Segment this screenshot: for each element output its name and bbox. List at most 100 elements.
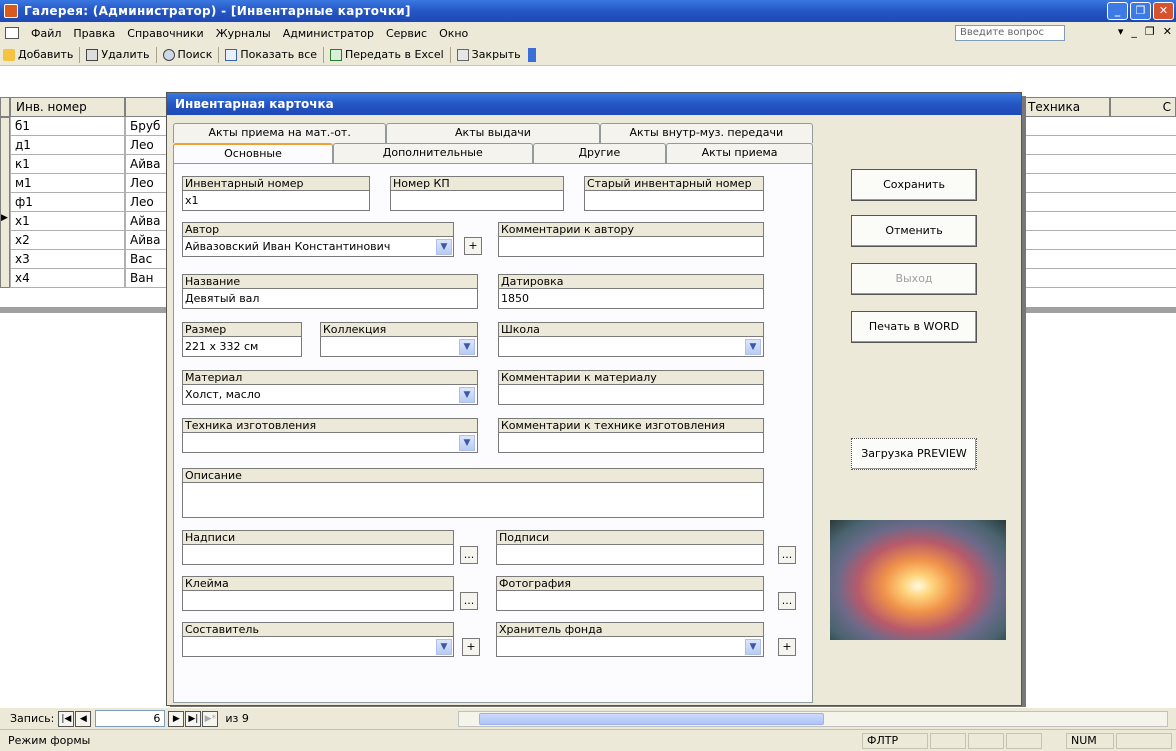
description-field[interactable] — [182, 482, 764, 518]
cell-name[interactable]: Лео — [125, 193, 170, 212]
delete-button[interactable]: Удалить — [83, 48, 152, 61]
cell-inv[interactable]: к1 — [10, 155, 125, 174]
database-icon[interactable] — [5, 27, 19, 39]
new-record-icon[interactable]: ▶* — [202, 710, 219, 727]
restore-icon[interactable]: ❐ — [1145, 25, 1155, 38]
tab-additional[interactable]: Дополнительные — [333, 143, 533, 163]
table-row[interactable]: ф1 Лео — [10, 193, 170, 212]
cell-name[interactable]: Лео — [125, 174, 170, 193]
dating-field[interactable]: 1850 — [498, 288, 764, 309]
save-button[interactable]: Сохранить — [851, 169, 977, 201]
menu-window[interactable]: Окно — [433, 27, 474, 40]
school-combobox[interactable] — [498, 336, 764, 357]
add-compiler-button[interactable]: + — [462, 638, 480, 656]
next-record-icon[interactable]: ▶ — [168, 710, 185, 727]
menu-admin[interactable]: Администратор — [277, 27, 380, 40]
cell-inv[interactable]: x4 — [10, 269, 125, 288]
add-button[interactable]: Добавить — [0, 48, 76, 61]
chevron-down-icon[interactable]: ▼ — [745, 339, 761, 355]
tab-issue-acts[interactable]: Акты выдачи — [386, 123, 600, 143]
current-record-input[interactable]: 6 — [95, 710, 166, 727]
first-record-icon[interactable]: |◀ — [58, 710, 75, 727]
chevron-down-icon[interactable]: ▼ — [459, 435, 475, 451]
old-inv-number-field[interactable] — [584, 190, 764, 211]
close-icon[interactable]: ✕ — [1163, 25, 1172, 38]
cell-inv[interactable]: м1 — [10, 174, 125, 193]
row-selector-strip[interactable] — [0, 117, 10, 288]
inscriptions-field[interactable] — [182, 544, 454, 565]
cell-inv[interactable]: ф1 — [10, 193, 125, 212]
signatures-browse-button[interactable]: ... — [778, 546, 796, 564]
cell-inv[interactable]: x2 — [10, 231, 125, 250]
close-icon[interactable]: ✕ — [1153, 2, 1174, 20]
toolbar-overflow-icon[interactable] — [527, 47, 536, 62]
chevron-down-icon[interactable]: ▼ — [459, 387, 475, 403]
cell-name[interactable]: Вас — [125, 250, 170, 269]
menu-references[interactable]: Справочники — [121, 27, 209, 40]
cell-name[interactable]: Айва — [125, 212, 170, 231]
table-row[interactable]: м1 Лео — [10, 174, 170, 193]
tab-internal-transfer-acts[interactable]: Акты внутр-муз. передачи — [599, 123, 813, 143]
material-combobox[interactable]: Холст, масло — [182, 384, 478, 405]
add-author-button[interactable]: + — [464, 237, 482, 255]
cell-name[interactable]: Бруб — [125, 117, 170, 136]
tab-main[interactable]: Основные — [173, 143, 333, 163]
cell-name[interactable]: Айва — [125, 155, 170, 174]
show-all-button[interactable]: Показать все — [222, 48, 320, 61]
export-excel-button[interactable]: Передать в Excel — [327, 48, 447, 61]
prev-record-icon[interactable]: ◀ — [75, 710, 92, 727]
collection-combobox[interactable] — [320, 336, 478, 357]
menu-journals[interactable]: Журналы — [210, 27, 277, 40]
menu-edit[interactable]: Правка — [67, 27, 121, 40]
exit-button[interactable]: Выход — [851, 263, 977, 295]
cancel-button[interactable]: Отменить — [851, 215, 977, 247]
keeper-combobox[interactable] — [496, 636, 764, 657]
technique-comment-field[interactable] — [498, 432, 764, 453]
material-comment-field[interactable] — [498, 384, 764, 405]
chevron-down-icon[interactable]: ▼ — [459, 339, 475, 355]
table-cells-right[interactable] — [1022, 117, 1176, 288]
load-preview-button[interactable]: Загрузка PREVIEW — [851, 438, 977, 470]
column-header-inv-number[interactable]: Инв. номер — [10, 97, 125, 117]
cell-inv[interactable]: x3 — [10, 250, 125, 269]
column-header-more[interactable]: С — [1110, 97, 1176, 117]
title-field[interactable]: Девятый вал — [182, 288, 478, 309]
minimize-icon[interactable]: _ — [1107, 2, 1128, 20]
table-row[interactable]: x3 Вас — [10, 250, 170, 269]
ask-question-input[interactable]: Введите вопрос — [955, 25, 1065, 41]
scrollbar-thumb[interactable] — [479, 713, 824, 725]
cell-name[interactable]: Лео — [125, 136, 170, 155]
inscriptions-browse-button[interactable]: ... — [460, 546, 478, 564]
table-row[interactable]: x4 Ван — [10, 269, 170, 288]
select-all-corner[interactable] — [0, 97, 10, 117]
minimize-icon[interactable]: _ — [1131, 25, 1137, 38]
table-row[interactable]: x1 Айва — [10, 212, 170, 231]
photo-field[interactable] — [496, 590, 764, 611]
print-word-button[interactable]: Печать в WORD — [851, 311, 977, 343]
signatures-field[interactable] — [496, 544, 764, 565]
author-combobox[interactable]: Айвазовский Иван Константинович — [182, 236, 454, 257]
table-row[interactable]: д1 Лео — [10, 136, 170, 155]
chevron-down-icon[interactable]: ▾ — [1118, 25, 1124, 38]
stamps-browse-button[interactable]: ... — [460, 592, 478, 610]
chevron-down-icon[interactable]: ▼ — [745, 639, 761, 655]
cell-name[interactable]: Айва — [125, 231, 170, 250]
column-header-name[interactable] — [125, 97, 170, 117]
horizontal-scrollbar[interactable] — [458, 711, 1168, 727]
tab-other[interactable]: Другие — [532, 143, 667, 163]
menu-service[interactable]: Сервис — [380, 27, 433, 40]
size-field[interactable]: 221 x 332 см — [182, 336, 302, 357]
close-form-button[interactable]: Закрыть — [454, 48, 524, 61]
chevron-down-icon[interactable]: ▼ — [436, 639, 452, 655]
stamps-field[interactable] — [182, 590, 454, 611]
table-row[interactable]: б1 Бруб — [10, 117, 170, 136]
tab-acceptance-acts-mat[interactable]: Акты приема на мат.-от. — [173, 123, 387, 143]
photo-browse-button[interactable]: ... — [778, 592, 796, 610]
cell-inv[interactable]: д1 — [10, 136, 125, 155]
column-header-technique[interactable]: Техника — [1022, 97, 1110, 117]
author-comment-field[interactable] — [498, 236, 764, 257]
menu-file[interactable]: Файл — [25, 27, 67, 40]
compiler-combobox[interactable] — [182, 636, 454, 657]
tab-acceptance-acts[interactable]: Акты приема — [666, 143, 813, 163]
technique-combobox[interactable] — [182, 432, 478, 453]
